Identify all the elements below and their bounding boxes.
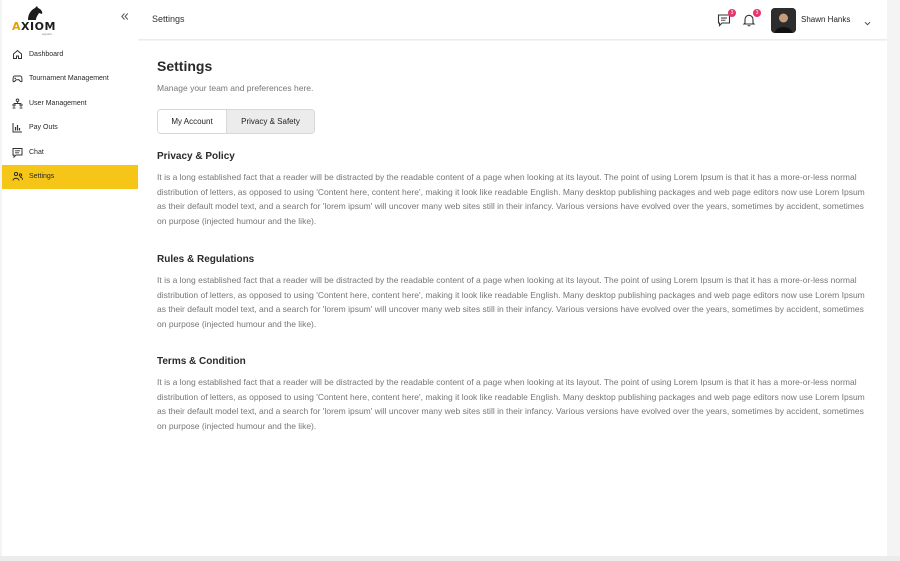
double-chevron-left-icon [121,13,129,20]
messages-button[interactable]: 3 [716,9,736,28]
messages-badge: 3 [728,9,736,17]
section-body-rules-regulations: It is a long established fact that a rea… [157,275,865,329]
tab-privacy-safety[interactable]: Privacy & Safety [226,110,314,133]
sidebar-item-dashboard[interactable]: Dashboard [2,42,138,67]
section-title-terms-condition: Terms & Condition [157,356,246,367]
collapse-sidebar-button[interactable] [120,12,129,24]
chevron-down-icon [864,21,871,26]
chat-icon [11,146,23,158]
sidebar-item-pay-outs[interactable]: Pay Outs [2,116,138,141]
sidebar-item-label: Dashboard [29,50,64,58]
sidebar-item-user-management[interactable]: User Management [2,91,138,116]
user-photo-icon [771,8,796,33]
bar-chart-icon [11,122,23,134]
gamepad-icon [11,73,23,85]
sidebar-item-tournament-management[interactable]: Tournament Management [2,67,138,92]
tab-my-account[interactable]: My Account [158,110,226,133]
section-title-privacy-policy: Privacy & Policy [157,151,235,162]
user-name[interactable]: Shawn Hanks [801,15,850,24]
user-menu-toggle[interactable] [863,15,872,26]
home-icon [11,48,23,60]
notifications-button[interactable]: 3 [741,9,761,28]
horse-logo-icon [28,6,43,20]
avatar[interactable] [771,8,796,33]
brand-name-prefix: A [12,20,22,33]
section-title-rules-regulations: Rules & Regulations [157,254,255,265]
sidebar-item-chat[interactable]: Chat [2,140,138,165]
sidebar-item-settings[interactable]: Settings [2,164,138,189]
main-content: Settings Manage your team and preference… [138,41,887,556]
section-body-terms-condition: It is a long established fact that a rea… [157,377,865,431]
sidebar: AXIOM esports Dashboard Tournament Manag… [2,0,138,556]
bottom-divider [0,556,900,561]
people-gear-icon [11,171,23,183]
settings-tabs: My Account Privacy & Safety [157,109,315,134]
page-subtitle: Manage your team and preferences here. [157,83,314,93]
brand-logo[interactable]: AXIOM esports [12,5,62,36]
sidebar-nav: Dashboard Tournament Management User Man… [2,42,138,189]
header-title: Settings [152,14,185,24]
sidebar-item-label: Settings [29,173,55,181]
sidebar-item-label: User Management [29,99,87,107]
top-header: Settings 3 3 Shawn Hanks [138,0,887,40]
brand-tagline: esports [42,32,52,36]
section-body-privacy-policy: It is a long established fact that a rea… [157,172,865,226]
sidebar-item-label: Tournament Management [29,75,109,83]
sidebar-item-label: Pay Outs [29,124,58,132]
page-title: Settings [157,58,213,74]
sidebar-item-label: Chat [29,148,44,156]
users-org-icon [11,97,23,109]
notifications-badge: 3 [753,9,761,17]
